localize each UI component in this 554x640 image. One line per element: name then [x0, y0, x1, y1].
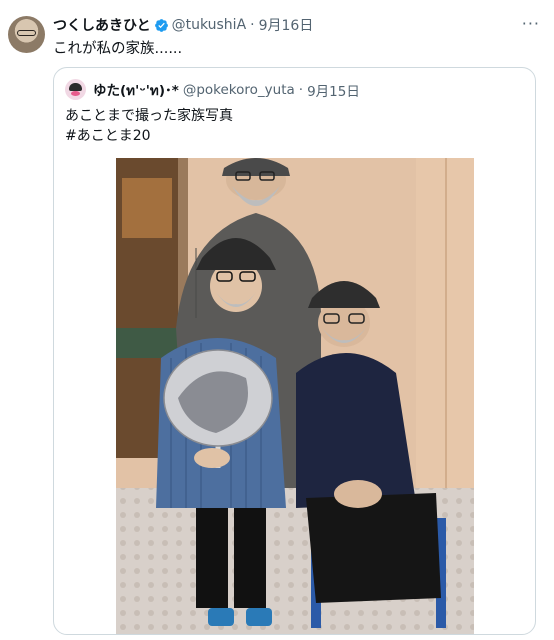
- tweet-text: これが私の家族......: [53, 41, 183, 57]
- quoted-hashtag[interactable]: #あことま20: [65, 127, 233, 147]
- quoted-tweet-text: あことまで撮った家族写真 #あことま20: [65, 107, 233, 146]
- quoted-text-line: あことまで撮った家族写真: [65, 108, 233, 124]
- quoted-tweet-date: 9月15日: [307, 83, 360, 100]
- author-avatar[interactable]: [8, 16, 45, 53]
- family-photo[interactable]: [116, 158, 474, 635]
- tweet-header: つくしあきひと @tukushiA · 9月16日: [53, 15, 313, 35]
- quoted-tweet-card[interactable]: ゆた(ท'ᵕ'ท)･* @pokekoro_yuta · 9月15日 あことまで…: [53, 67, 536, 635]
- author-display-name[interactable]: つくしあきひと: [53, 15, 151, 35]
- tweet-date[interactable]: 9月16日: [259, 15, 314, 35]
- quoted-author-display-name: ゆた(ท'ᵕ'ท)･*: [93, 82, 179, 99]
- quoted-tweet-header: ゆた(ท'ᵕ'ท)･* @pokekoro_yuta · 9月15日: [93, 79, 360, 100]
- more-dots-icon[interactable]: ···: [522, 14, 540, 33]
- separator-dot: ·: [250, 17, 255, 33]
- author-handle[interactable]: @tukushiA: [172, 17, 247, 33]
- quoted-separator-dot: ·: [298, 81, 304, 98]
- quoted-author-avatar: [65, 79, 86, 100]
- verified-badge-icon: [154, 18, 168, 32]
- quoted-author-handle: @pokekoro_yuta: [182, 81, 295, 98]
